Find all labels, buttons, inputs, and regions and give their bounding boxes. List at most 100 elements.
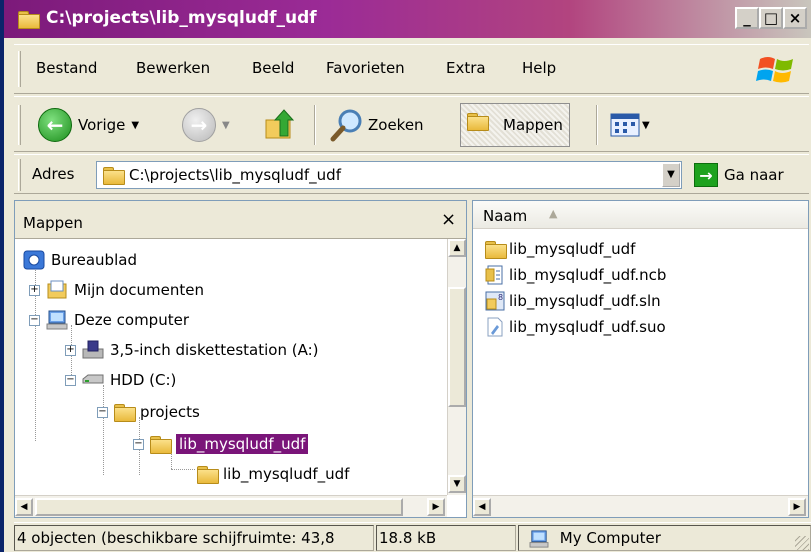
go-label: Ga naar bbox=[724, 166, 784, 184]
open-folder-icon bbox=[150, 436, 172, 454]
folder-icon bbox=[18, 10, 40, 29]
explorer-window: C:\projects\lib_mysqludf_udf _ □ × Besta… bbox=[0, 0, 811, 552]
back-button[interactable]: ← Vorige ▼ bbox=[38, 103, 139, 147]
svg-text:8: 8 bbox=[498, 293, 503, 302]
file-item[interactable]: lib_mysqludf_udf.ncb bbox=[485, 263, 666, 287]
file-item[interactable]: lib_mysqludf_udf.suo bbox=[485, 315, 666, 339]
title-bar[interactable]: C:\projects\lib_mysqludf_udf _ □ × bbox=[4, 0, 811, 38]
forward-arrow-icon: → bbox=[182, 108, 216, 142]
scroll-left-icon[interactable]: ◀ bbox=[15, 498, 33, 516]
back-arrow-icon: ← bbox=[38, 108, 72, 142]
tree-item-floppy[interactable]: + 3,5-inch diskettestation (A:) bbox=[65, 337, 318, 363]
sort-ascending-icon: ▲ bbox=[549, 207, 558, 220]
folders-label: Mappen bbox=[503, 116, 563, 134]
file-item[interactable]: 8 lib_mysqludf_udf.sln bbox=[485, 289, 661, 313]
floppy-drive-icon bbox=[82, 340, 104, 359]
collapse-icon[interactable]: − bbox=[133, 438, 144, 450]
hard-drive-icon bbox=[82, 374, 104, 384]
maximize-button[interactable]: □ bbox=[759, 7, 783, 29]
menu-bewerken[interactable]: Bewerken bbox=[136, 59, 210, 77]
scroll-right-icon[interactable]: ▶ bbox=[427, 498, 445, 516]
menu-help[interactable]: Help bbox=[522, 59, 556, 77]
tree-item-hdd[interactable]: − HDD (C:) bbox=[65, 367, 176, 393]
address-input[interactable]: C:\projects\lib_mysqludf_udf ▼ bbox=[96, 161, 682, 189]
address-grip[interactable] bbox=[18, 159, 21, 191]
tree-item-my-documents[interactable]: + Mijn documenten bbox=[29, 277, 204, 303]
folders-icon bbox=[467, 113, 497, 137]
status-objects: 4 objecten (beschikbare schijfruimte: 43… bbox=[14, 525, 374, 551]
folders-pane-title: Mappen bbox=[23, 214, 83, 232]
tree-vertical-scrollbar[interactable]: ▲ ▼ bbox=[447, 239, 466, 495]
go-button[interactable]: → Ga naar bbox=[694, 161, 784, 189]
back-dropdown-icon[interactable]: ▼ bbox=[131, 120, 139, 131]
status-location: My Computer bbox=[559, 529, 661, 547]
collapse-icon[interactable]: − bbox=[29, 314, 40, 326]
scroll-thumb[interactable] bbox=[448, 287, 466, 407]
menu-bestand[interactable]: Bestand bbox=[36, 59, 97, 77]
file-list-pane: Naam ▲ lib_mysqludf_udf lib_mysqludf_udf… bbox=[472, 200, 809, 518]
expand-icon[interactable]: + bbox=[65, 344, 76, 356]
file-name: lib_mysqludf_udf.sln bbox=[509, 292, 661, 310]
status-location-panel: My Computer bbox=[518, 525, 811, 551]
scroll-left-icon[interactable]: ◀ bbox=[473, 498, 491, 516]
close-pane-icon[interactable]: × bbox=[441, 209, 456, 230]
views-dropdown-icon[interactable]: ▼ bbox=[642, 120, 650, 131]
column-name-label: Naam bbox=[483, 207, 528, 225]
menu-extra[interactable]: Extra bbox=[446, 59, 486, 77]
window-title: C:\projects\lib_mysqludf_udf bbox=[46, 8, 317, 28]
address-label: Adres bbox=[32, 165, 75, 183]
suo-file-icon bbox=[487, 317, 503, 337]
my-computer-icon bbox=[46, 310, 68, 330]
status-bar: 4 objecten (beschikbare schijfruimte: 43… bbox=[14, 522, 811, 552]
tree-label: Mijn documenten bbox=[74, 281, 204, 299]
up-folder-button[interactable] bbox=[264, 103, 298, 147]
back-label: Vorige bbox=[78, 116, 126, 134]
views-icon bbox=[610, 113, 640, 137]
standard-toolbar: ← Vorige ▼ → ▼ Zoeken Mappen ▼ bbox=[14, 96, 809, 152]
folders-pane: Mappen × Bureaublad + Mijn documenten − … bbox=[14, 200, 467, 518]
address-bar: Adres C:\projects\lib_mysqludf_udf ▼ → G… bbox=[14, 154, 809, 194]
tree-label: projects bbox=[140, 403, 200, 421]
menu-beeld[interactable]: Beeld bbox=[252, 59, 294, 77]
close-button[interactable]: × bbox=[783, 7, 807, 29]
collapse-icon[interactable]: − bbox=[65, 374, 76, 386]
tree-label: lib_mysqludf_udf bbox=[223, 465, 350, 483]
menu-grip[interactable] bbox=[18, 51, 21, 87]
tree-item-desktop[interactable]: Bureaublad bbox=[23, 247, 137, 273]
toolbar-separator bbox=[596, 105, 598, 145]
up-folder-icon bbox=[265, 109, 295, 139]
file-name: lib_mysqludf_udf.suo bbox=[509, 318, 666, 336]
file-item[interactable]: lib_mysqludf_udf bbox=[485, 237, 635, 261]
tree-line bbox=[171, 469, 195, 470]
address-dropdown-icon[interactable]: ▼ bbox=[662, 163, 680, 187]
forward-dropdown-icon[interactable]: ▼ bbox=[222, 120, 230, 131]
toolbar-grip[interactable] bbox=[18, 105, 21, 145]
tree-item-projects[interactable]: − projects bbox=[97, 399, 200, 425]
menu-bar: Bestand Bewerken Beeld Favorieten Extra … bbox=[14, 44, 809, 94]
scroll-up-icon[interactable]: ▲ bbox=[448, 239, 466, 257]
expand-icon[interactable]: + bbox=[29, 284, 40, 296]
scroll-down-icon[interactable]: ▼ bbox=[448, 475, 466, 493]
minimize-button[interactable]: _ bbox=[735, 7, 759, 29]
windows-logo-icon bbox=[756, 57, 793, 83]
files-horizontal-scrollbar[interactable]: ◀ ▶ bbox=[473, 495, 808, 517]
scroll-thumb[interactable] bbox=[35, 498, 403, 516]
tree-item-lib-mysqludf-udf-sub[interactable]: lib_mysqludf_udf bbox=[197, 461, 349, 487]
views-button[interactable]: ▼ bbox=[610, 103, 650, 147]
forward-button[interactable]: → ▼ bbox=[182, 103, 230, 147]
column-header-name[interactable]: Naam ▲ bbox=[473, 201, 808, 229]
scroll-right-icon[interactable]: ▶ bbox=[788, 498, 806, 516]
status-size: 18.8 kB bbox=[376, 525, 516, 551]
go-arrow-icon: → bbox=[694, 163, 718, 187]
tree-item-lib-mysqludf-udf[interactable]: − lib_mysqludf_udf bbox=[133, 431, 309, 457]
collapse-icon[interactable]: − bbox=[97, 406, 108, 418]
tree-horizontal-scrollbar[interactable]: ◀ ▶ bbox=[15, 495, 447, 517]
folder-icon bbox=[114, 404, 136, 422]
resize-grip-icon[interactable] bbox=[795, 536, 809, 550]
menu-favorieten[interactable]: Favorieten bbox=[326, 59, 405, 77]
tree-label-selected: lib_mysqludf_udf bbox=[176, 434, 309, 454]
folders-button[interactable]: Mappen bbox=[460, 103, 570, 147]
tree-item-my-computer[interactable]: − Deze computer bbox=[29, 307, 189, 333]
address-value: C:\projects\lib_mysqludf_udf bbox=[129, 166, 341, 184]
search-button[interactable]: Zoeken bbox=[330, 103, 424, 147]
